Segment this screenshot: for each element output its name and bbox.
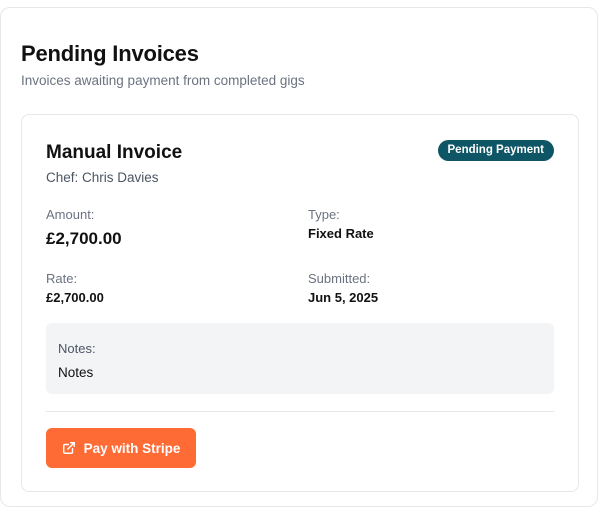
submitted-value: Jun 5, 2025 xyxy=(308,290,379,305)
page-subtitle: Invoices awaiting payment from completed… xyxy=(21,73,305,88)
notes-label: Notes: xyxy=(58,341,96,356)
page-title: Pending Invoices xyxy=(21,41,199,66)
submitted-label: Submitted: xyxy=(308,271,371,286)
rate-value: £2,700.00 xyxy=(46,290,104,305)
rate-label: Rate: xyxy=(46,271,78,286)
chef-name: Chef: Chris Davies xyxy=(46,170,159,185)
external-link-icon xyxy=(62,441,76,455)
pending-invoices-panel: Pending Invoices Invoices awaiting payme… xyxy=(0,7,598,507)
invoice-title: Manual Invoice xyxy=(46,142,183,163)
type-label: Type: xyxy=(308,207,340,222)
status-badge: Pending Payment xyxy=(437,140,554,161)
type-value: Fixed Rate xyxy=(308,226,374,241)
pay-button-label: Pay with Stripe xyxy=(83,440,181,456)
pay-with-stripe-button[interactable]: Pay with Stripe xyxy=(46,428,196,468)
divider xyxy=(46,411,554,412)
invoice-card: Manual Invoice Chef: Chris Davies Pendin… xyxy=(21,114,579,492)
notes-box: Notes: Notes xyxy=(46,323,554,394)
amount-label: Amount: xyxy=(46,207,95,222)
amount-value: £2,700.00 xyxy=(46,229,122,248)
notes-text: Notes xyxy=(58,365,94,380)
